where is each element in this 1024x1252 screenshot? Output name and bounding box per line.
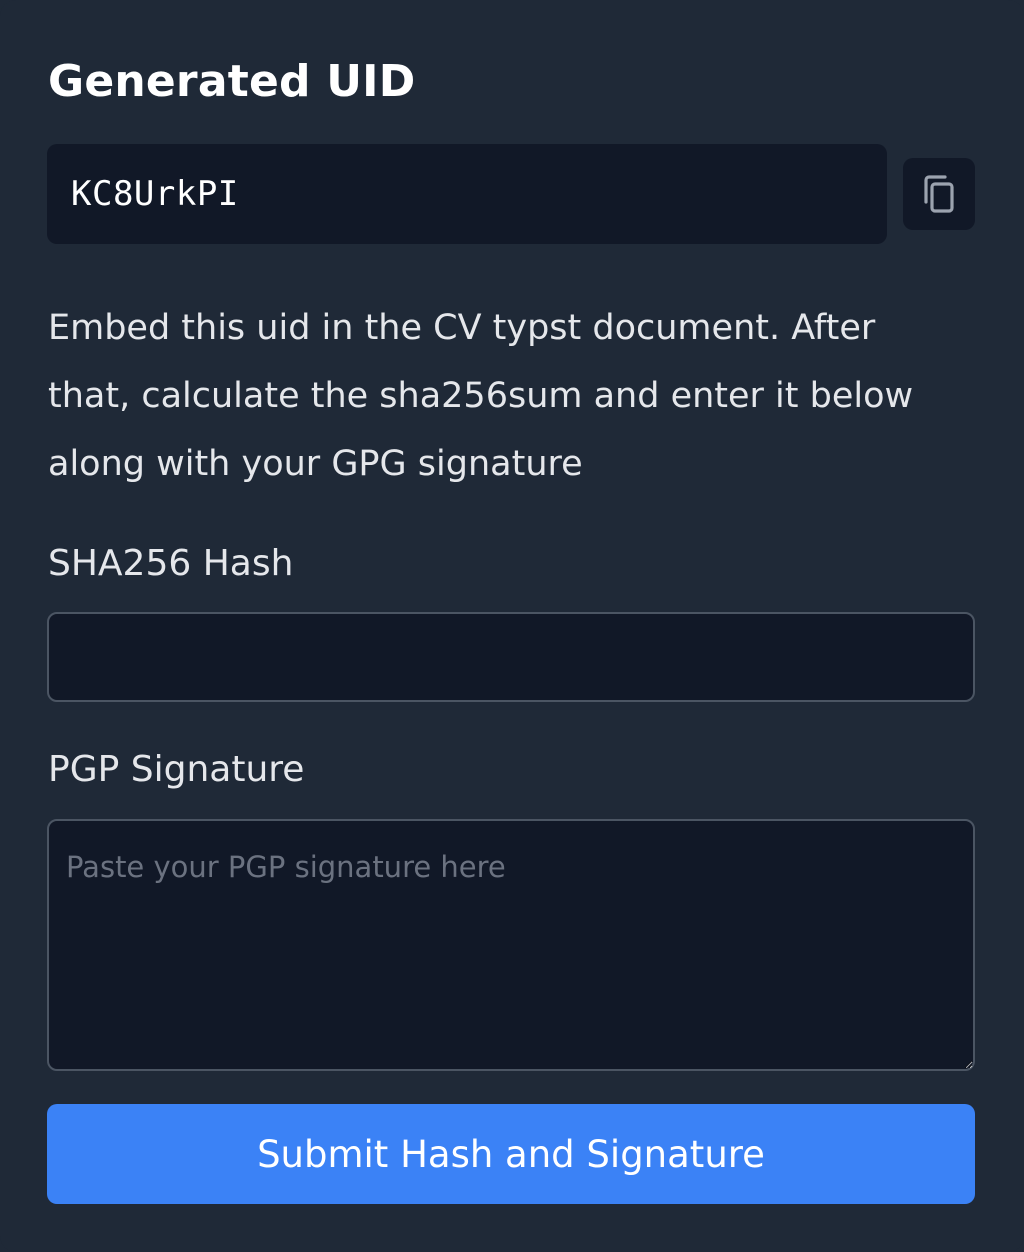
copy-icon [922,174,956,214]
card-title: Generated UID [48,56,416,107]
hash-input[interactable] [47,612,975,702]
signature-textarea[interactable] [47,819,975,1071]
copy-button[interactable] [903,158,975,230]
uid-value: KC8UrkPI [71,174,239,214]
submit-button[interactable]: Submit Hash and Signature [47,1104,975,1204]
signature-label: PGP Signature [48,749,305,790]
hash-label: SHA256 Hash [48,543,294,584]
uid-display: KC8UrkPI [47,144,887,244]
uid-card: Generated UID KC8UrkPI Embed this uid in… [0,0,1024,1252]
instructions-text: Embed this uid in the CV typst document.… [48,308,914,484]
